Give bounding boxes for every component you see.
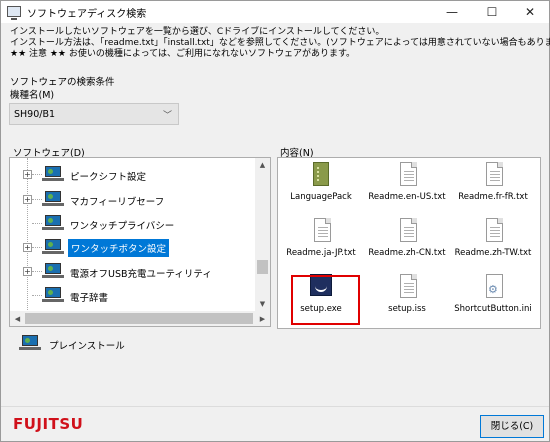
preinstall-laptop-icon — [19, 335, 41, 351]
tree-item[interactable]: + 電源オフUSB充電ユーティリティ — [10, 259, 256, 283]
search-conditions-label: ソフトウェアの検索条件 — [10, 77, 115, 88]
text-document-icon — [486, 218, 503, 242]
setup-exe-highlight — [291, 275, 360, 325]
tree-item-label: マカフィーリブセーフ — [70, 197, 165, 208]
tree-item-label: 電源オフUSB充電ユーティリティ — [70, 269, 212, 280]
file-name: Readme.fr-fR.txt — [458, 192, 528, 202]
file-item[interactable]: Readme.ja-JP.txt — [278, 214, 364, 268]
close-button[interactable]: 閉じる(C) — [480, 415, 544, 438]
text-document-icon — [400, 162, 417, 186]
model-select-value: SH90/B1 — [14, 109, 56, 120]
expand-icon[interactable]: + — [23, 267, 32, 276]
chevron-down-icon: ﹀ — [162, 111, 172, 121]
tree-item-label: 電子辞書 — [70, 293, 109, 304]
window-title: ソフトウェアディスク検索 — [27, 9, 147, 20]
scroll-up-icon[interactable]: ▲ — [255, 158, 270, 172]
file-item[interactable]: Readme.en-US.txt — [364, 158, 450, 212]
maximize-button[interactable]: ☐ — [473, 1, 511, 23]
tree-item-label: ワンタッチボタン設定 — [68, 239, 170, 257]
tree-horizontal-scrollbar[interactable]: ◀ ▶ — [10, 311, 270, 326]
file-item[interactable]: Readme.zh-CN.txt — [364, 214, 450, 268]
app-monitor-icon — [7, 6, 21, 20]
minimize-button[interactable]: — — [433, 1, 471, 23]
software-disk-search-window: ソフトウェアディスク検索 — ☐ ✕ インストールしたいソフトウェアを一覧から選… — [0, 0, 550, 442]
scroll-thumb[interactable] — [25, 313, 253, 324]
model-select[interactable]: SH90/B1 ﹀ — [9, 103, 179, 125]
settings-file-icon — [486, 274, 503, 298]
laptop-icon — [42, 191, 64, 207]
expand-icon[interactable]: + — [23, 170, 32, 179]
file-name: ShortcutButton.ini — [454, 304, 532, 314]
text-document-icon — [400, 274, 417, 298]
folder-package-icon — [313, 162, 329, 186]
file-name: Readme.zh-CN.txt — [368, 248, 446, 258]
instruction-line: インストール方法は、「readme.txt」「install.txt」などを参照… — [10, 38, 550, 48]
tree-item[interactable]: + ピークシフト設定 — [10, 162, 256, 186]
close-window-button[interactable]: ✕ — [511, 1, 549, 23]
file-item[interactable]: LanguagePack — [278, 158, 364, 212]
software-tree[interactable]: + ピークシフト設定 + マカフィーリブセーフ ワンタッチプライバシー + ワン… — [9, 157, 271, 327]
scroll-down-icon[interactable]: ▼ — [255, 297, 270, 311]
file-name: LanguagePack — [290, 192, 352, 202]
scroll-right-icon[interactable]: ▶ — [255, 312, 270, 326]
laptop-icon — [42, 166, 64, 182]
file-name: Readme.ja-JP.txt — [286, 248, 356, 258]
tree-item[interactable]: ワンタッチプライバシー — [10, 211, 256, 235]
instruction-line: インストールしたいソフトウェアを一覧から選び、Cドライブにインストールしてくださ… — [10, 27, 385, 37]
preinstall-label: プレインストール — [49, 341, 125, 352]
footer-divider — [1, 406, 549, 407]
tree-item-selected[interactable]: + ワンタッチボタン設定 — [10, 235, 256, 259]
instructions: インストールしたいソフトウェアを一覧から選び、Cドライブにインストールしてくださ… — [10, 27, 550, 60]
contents-list[interactable]: LanguagePack Readme.en-US.txt Readme.fr-… — [277, 157, 541, 329]
file-item[interactable]: Readme.fr-fR.txt — [450, 158, 536, 212]
model-name-label: 機種名(M) — [10, 90, 55, 101]
text-document-icon — [400, 218, 417, 242]
tree-vertical-scrollbar[interactable]: ▲ ▼ — [255, 158, 270, 311]
instruction-line: ★★ 注意 ★★ お使いの機種によっては、ご利用になれないソフトウェアがあります… — [10, 49, 356, 59]
tree-item-label: ワンタッチプライバシー — [70, 221, 175, 232]
fujitsu-logo: FUJITSU — [13, 415, 84, 433]
laptop-icon — [42, 239, 64, 255]
laptop-icon — [42, 215, 64, 231]
expand-icon[interactable]: + — [23, 243, 32, 252]
file-name: setup.iss — [388, 304, 426, 314]
tree-item-label: ピークシフト設定 — [70, 172, 147, 183]
tree-item[interactable]: + マカフィーリブセーフ — [10, 187, 256, 211]
laptop-icon — [42, 287, 64, 303]
file-name: Readme.en-US.txt — [368, 192, 446, 202]
text-document-icon — [314, 218, 331, 242]
scroll-left-icon[interactable]: ◀ — [10, 312, 25, 326]
laptop-icon — [42, 263, 64, 279]
file-item[interactable]: setup.iss — [364, 270, 450, 324]
title-bar: ソフトウェアディスク検索 — ☐ ✕ — [1, 1, 549, 23]
text-document-icon — [486, 162, 503, 186]
expand-icon[interactable]: + — [23, 195, 32, 204]
file-name: Readme.zh-TW.txt — [454, 248, 532, 258]
file-item[interactable]: Readme.zh-TW.txt — [450, 214, 536, 268]
file-item[interactable]: ShortcutButton.ini — [450, 270, 536, 324]
scroll-thumb[interactable] — [257, 260, 268, 274]
tree-item[interactable]: 電子辞書 — [10, 283, 256, 307]
